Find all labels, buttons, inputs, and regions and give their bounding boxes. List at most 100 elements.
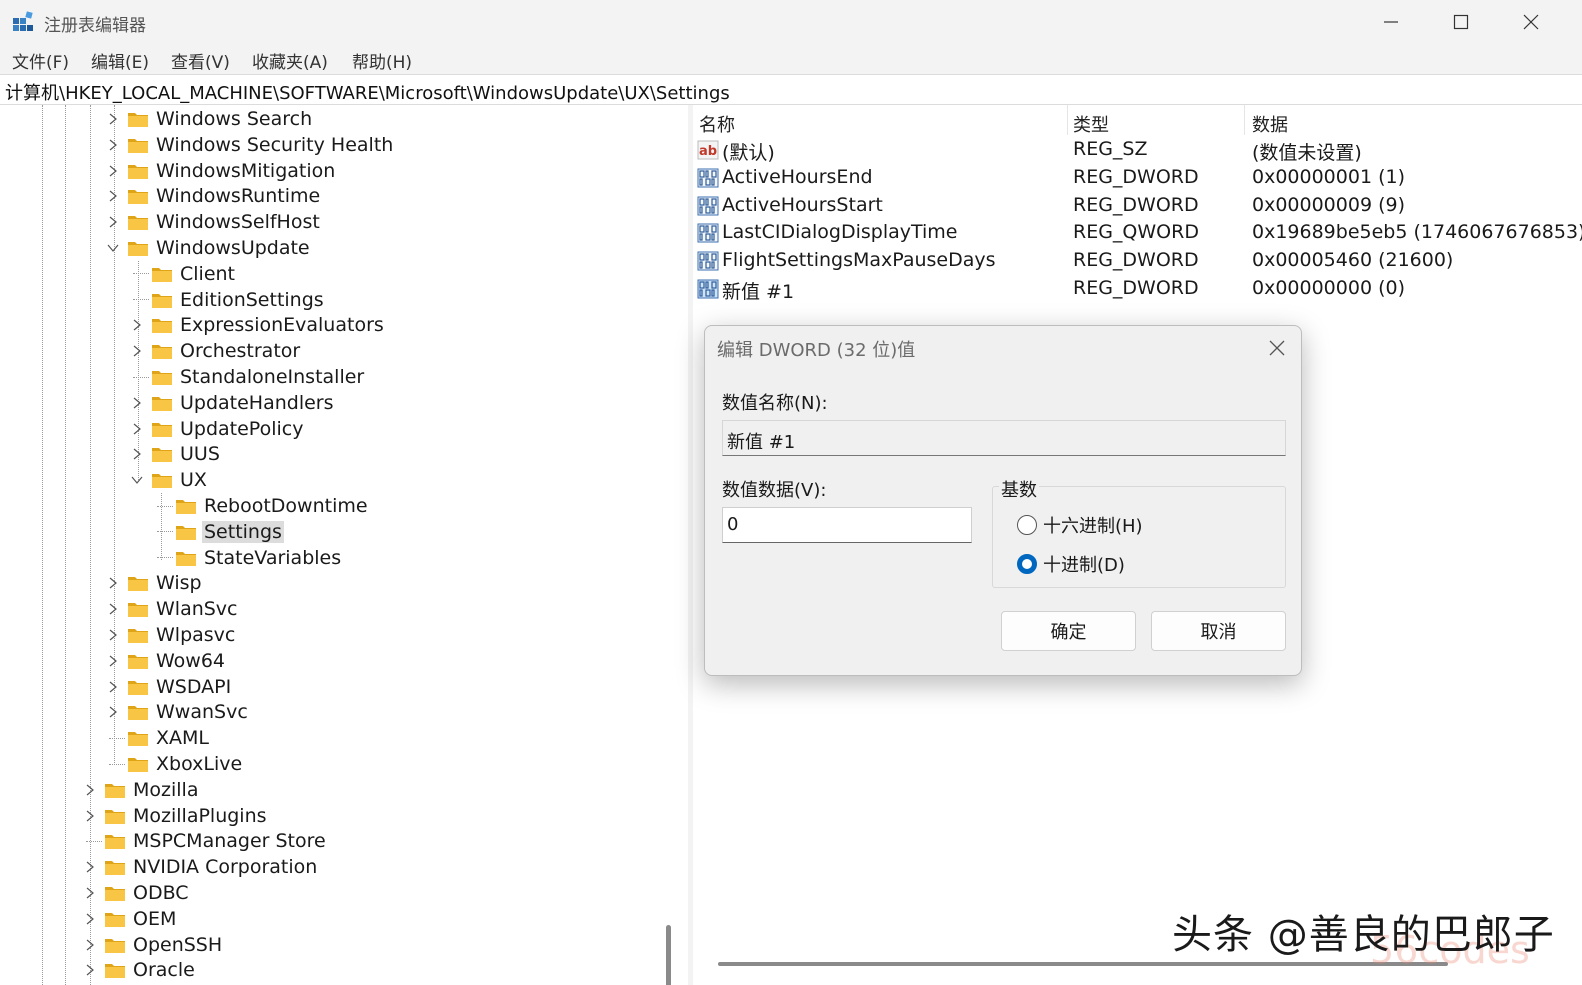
tree-item-label[interactable]: WindowsSelfHost <box>154 211 322 233</box>
tree-item-label[interactable]: StateVariables <box>202 547 343 569</box>
tree-item-label[interactable]: XboxLive <box>154 753 244 775</box>
tree-item-label[interactable]: WindowsMitigation <box>154 160 337 182</box>
tree-item[interactable]: Wow64 <box>105 648 227 674</box>
maximize-button[interactable] <box>1426 0 1496 44</box>
chevron-right-icon[interactable] <box>129 312 145 338</box>
tree-scrollbar[interactable] <box>666 925 671 985</box>
radio-hex[interactable] <box>1017 515 1037 535</box>
tree-item-label[interactable]: UUS <box>178 443 222 465</box>
column-header-type[interactable]: 类型 <box>1073 111 1109 137</box>
chevron-right-icon[interactable] <box>105 622 121 648</box>
tree-item-label[interactable]: Wow64 <box>154 650 227 672</box>
tree-item[interactable]: StateVariables <box>153 545 343 571</box>
tree-item[interactable]: Wisp <box>105 570 204 596</box>
tree-item-label[interactable]: XAML <box>154 727 211 749</box>
tree-item[interactable]: Client <box>129 261 237 287</box>
tree-item-label[interactable]: WindowsRuntime <box>154 185 322 207</box>
menu-favorites[interactable]: 收藏夹(A) <box>252 48 328 73</box>
tree-item[interactable]: ExpressionEvaluators <box>129 312 386 338</box>
tree-item[interactable]: Oracle <box>82 957 197 983</box>
tree-item-label[interactable]: Oracle <box>131 959 197 981</box>
column-header-name[interactable]: 名称 <box>699 111 735 137</box>
tree-item[interactable]: MozillaPlugins <box>82 803 269 829</box>
tree-item[interactable]: NVIDIA Corporation <box>82 854 319 880</box>
tree-item[interactable]: RebootDowntime <box>153 493 370 519</box>
chevron-right-icon[interactable] <box>82 906 98 932</box>
tree-item[interactable]: Windows Search <box>105 106 314 132</box>
tree-item-label[interactable]: WSDAPI <box>154 676 233 698</box>
tree-item[interactable]: UpdatePolicy <box>129 416 305 442</box>
value-row[interactable]: ActiveHoursEnd REG_DWORD 0x00000001 (1) <box>693 164 1582 192</box>
tree-item-label[interactable]: UpdateHandlers <box>178 392 336 414</box>
chevron-right-icon[interactable] <box>129 441 145 467</box>
menu-file[interactable]: 文件(F) <box>12 48 69 73</box>
chevron-right-icon[interactable] <box>105 132 121 158</box>
column-separator[interactable] <box>1067 105 1068 135</box>
tree-item[interactable]: UUS <box>129 441 222 467</box>
value-row[interactable]: FlightSettingsMaxPauseDays REG_DWORD 0x000… <box>693 247 1582 275</box>
tree-item-label[interactable]: UX <box>178 469 209 491</box>
key-tree[interactable]: Windows Search Windows Security Health Win… <box>0 105 688 985</box>
chevron-right-icon[interactable] <box>82 803 98 829</box>
tree-item[interactable]: EditionSettings <box>129 287 326 313</box>
tree-item-label[interactable]: MozillaPlugins <box>131 805 269 827</box>
radix-decimal-option[interactable]: 十进制(D) <box>1017 551 1125 577</box>
tree-item[interactable]: UX <box>129 467 209 493</box>
tree-item-label[interactable]: Wisp <box>154 572 204 594</box>
value-name-field[interactable]: 新值 #1 <box>722 420 1286 456</box>
ok-button[interactable]: 确定 <box>1001 611 1136 651</box>
chevron-right-icon[interactable] <box>82 854 98 880</box>
tree-item-label[interactable]: StandaloneInstaller <box>178 366 366 388</box>
value-row[interactable]: LastCIDialogDisplayTime REG_QWORD 0x19689b… <box>693 219 1582 247</box>
tree-item[interactable]: Wlpasvc <box>105 622 237 648</box>
tree-item[interactable]: WindowsMitigation <box>105 158 337 184</box>
chevron-right-icon[interactable] <box>82 777 98 803</box>
tree-item-label[interactable]: Mozilla <box>131 779 200 801</box>
chevron-right-icon[interactable] <box>82 932 98 958</box>
chevron-right-icon[interactable] <box>105 674 121 700</box>
tree-item-label[interactable]: Settings <box>202 520 284 543</box>
value-data-input[interactable]: 0 <box>722 507 972 543</box>
dialog-close-icon[interactable] <box>1267 338 1287 358</box>
tree-item-label[interactable]: Client <box>178 263 237 285</box>
tree-item[interactable]: WindowsRuntime <box>105 183 322 209</box>
tree-item[interactable]: Mozilla <box>82 777 200 803</box>
tree-item[interactable]: UpdateHandlers <box>129 390 336 416</box>
tree-item[interactable]: WlanSvc <box>105 596 240 622</box>
tree-item-label[interactable]: Wlpasvc <box>154 624 237 646</box>
chevron-right-icon[interactable] <box>105 209 121 235</box>
tree-item[interactable]: WSDAPI <box>105 674 233 700</box>
tree-item[interactable]: Orchestrator <box>129 338 302 364</box>
tree-item[interactable]: WindowsUpdate <box>105 235 312 261</box>
chevron-right-icon[interactable] <box>129 338 145 364</box>
chevron-right-icon[interactable] <box>105 106 121 132</box>
horizontal-scrollbar[interactable] <box>718 962 1448 966</box>
value-row[interactable]: ActiveHoursStart REG_DWORD 0x00000009 (9) <box>693 192 1582 220</box>
chevron-right-icon[interactable] <box>105 699 121 725</box>
tree-item-label[interactable]: ExpressionEvaluators <box>178 314 386 336</box>
tree-item-label[interactable]: UpdatePolicy <box>178 418 305 440</box>
chevron-right-icon[interactable] <box>105 183 121 209</box>
chevron-right-icon[interactable] <box>82 957 98 983</box>
tree-item[interactable]: ODBC <box>82 880 191 906</box>
menu-edit[interactable]: 编辑(E) <box>91 48 149 73</box>
close-button[interactable] <box>1496 0 1566 44</box>
tree-item-label[interactable]: OEM <box>131 908 178 930</box>
tree-item-label[interactable]: WwanSvc <box>154 701 250 723</box>
chevron-right-icon[interactable] <box>105 570 121 596</box>
tree-item-label[interactable]: Orchestrator <box>178 340 302 362</box>
menu-view[interactable]: 查看(V) <box>171 48 230 73</box>
column-separator[interactable] <box>1244 105 1245 135</box>
minimize-button[interactable] <box>1356 0 1426 44</box>
value-row[interactable]: ab (默认) REG_SZ (数值未设置) <box>693 136 1582 164</box>
tree-item-label[interactable]: Windows Search <box>154 108 314 130</box>
tree-item-label[interactable]: OpenSSH <box>131 934 224 956</box>
tree-item[interactable]: StandaloneInstaller <box>129 364 366 390</box>
tree-item[interactable]: XAML <box>105 725 211 751</box>
tree-item[interactable]: MSPCManager Store <box>82 828 328 854</box>
radix-hex-label[interactable]: 十六进制(H) <box>1043 512 1143 538</box>
cancel-button[interactable]: 取消 <box>1151 611 1286 651</box>
chevron-right-icon[interactable] <box>129 416 145 442</box>
chevron-down-icon[interactable] <box>105 235 121 261</box>
tree-item-label[interactable]: WindowsUpdate <box>154 237 312 259</box>
